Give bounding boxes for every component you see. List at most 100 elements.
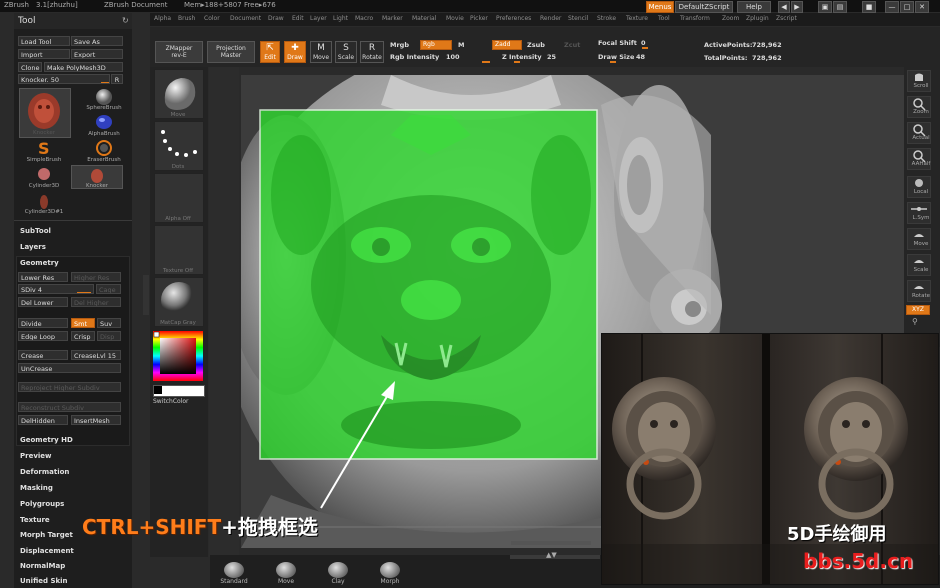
divide-button[interactable]: Divide (18, 318, 68, 328)
move-view-icon[interactable]: Move (907, 228, 931, 250)
actual-icon[interactable]: Actual (907, 122, 931, 144)
polygroups-section[interactable]: Polygroups (20, 500, 64, 508)
unified-skin-section[interactable]: Unified Skin (20, 577, 68, 585)
geometry-section[interactable]: Geometry (20, 259, 59, 267)
rotate-button[interactable]: R Rotate (360, 41, 384, 63)
rgb-toggle[interactable]: Rgb (420, 40, 452, 50)
make-polymesh-button[interactable]: Make PolyMesh3D (44, 62, 123, 72)
zsub-toggle[interactable]: Zsub (527, 41, 545, 49)
reproject-higher-subdiv-button[interactable]: Reproject Higher Subdiv (18, 382, 121, 392)
menu-item-stroke[interactable]: Stroke (597, 15, 616, 22)
menu-item-macro[interactable]: Macro (355, 15, 373, 22)
menu-item-transform[interactable]: Transform (680, 15, 710, 22)
standard-brush-icon[interactable] (224, 562, 244, 578)
z-intensity-slider[interactable]: Z Intensity 25 (502, 53, 592, 63)
smt-toggle[interactable]: Smt (71, 318, 95, 328)
menu-item-zplugin[interactable]: Zplugin (746, 15, 769, 22)
lock-icon[interactable]: ⚲ (912, 317, 918, 326)
load-tool-button[interactable]: Load Tool (18, 36, 70, 46)
minimize-icon[interactable]: — (885, 1, 899, 13)
local-icon[interactable]: Local (907, 176, 931, 198)
zmapper-button[interactable]: ZMapper rev-E (155, 41, 203, 63)
lower-res-button[interactable]: Lower Res (18, 272, 68, 282)
delhidden-button[interactable]: DelHidden (18, 415, 68, 425)
menu-item-document[interactable]: Document (230, 15, 261, 22)
move-button[interactable]: M Move (310, 41, 332, 63)
default-zscript-button[interactable]: DefaultZScript (675, 1, 733, 13)
left-tray-toggle[interactable] (143, 275, 149, 315)
reconstruct-subdiv-button[interactable]: Reconstruct Subdiv (18, 402, 121, 412)
xyz-toggle[interactable]: XYZ (906, 305, 930, 315)
menu-item-zscript[interactable]: Zscript (776, 15, 797, 22)
tool-thumb-simplebrush[interactable]: S (24, 139, 64, 159)
maximize-icon[interactable]: □ (900, 1, 914, 13)
draw-size-slider[interactable]: Draw Size 48 (598, 53, 688, 63)
rotate-view-icon[interactable]: Rotate (907, 280, 931, 302)
menu-item-alpha[interactable]: Alpha (154, 15, 171, 22)
texture-section[interactable]: Texture (20, 516, 50, 524)
tool-slider[interactable]: Knocker. 50 (18, 74, 110, 84)
masking-section[interactable]: Masking (20, 484, 53, 492)
r-button[interactable]: R (111, 74, 123, 84)
menu-item-preferences[interactable]: Preferences (496, 15, 531, 22)
sdiv-slider[interactable]: SDiv 4 (18, 284, 94, 294)
uncrease-button[interactable]: UnCrease (18, 363, 121, 373)
suv-toggle[interactable]: Suv (97, 318, 121, 328)
menu-item-draw[interactable]: Draw (268, 15, 284, 22)
cage-button[interactable]: Cage (96, 284, 121, 294)
zcut-toggle[interactable]: Zcut (564, 41, 580, 49)
switch-color-button[interactable]: SwitchColor (153, 398, 189, 405)
scroll-icon[interactable]: Scroll (907, 70, 931, 92)
menu-item-tool[interactable]: Tool (658, 15, 670, 22)
del-lower-button[interactable]: Del Lower (18, 297, 68, 307)
color-picker[interactable] (153, 331, 203, 381)
menu-item-color[interactable]: Color (204, 15, 220, 22)
menu-item-light[interactable]: Light (333, 15, 348, 22)
arrow-left-icon[interactable]: ◀ (778, 1, 790, 13)
menu-item-movie[interactable]: Movie (446, 15, 464, 22)
lsym-icon[interactable]: L.Sym (907, 202, 931, 224)
arrow-right-icon[interactable]: ▶ (791, 1, 803, 13)
layers-section[interactable]: Layers (20, 243, 46, 251)
menu-item-texture[interactable]: Texture (626, 15, 648, 22)
move-brush-icon[interactable] (276, 562, 296, 578)
tool-thumb-eraserbrush[interactable] (84, 139, 124, 159)
menu-item-layer[interactable]: Layer (310, 15, 327, 22)
aahalf-icon[interactable]: AAHalf (907, 148, 931, 170)
zadd-toggle[interactable]: Zadd (492, 40, 522, 50)
export-button[interactable]: Export (71, 49, 123, 59)
window-size-icon[interactable]: ▣ (818, 1, 832, 13)
morph-brush-icon[interactable] (380, 562, 400, 578)
clay-brush-icon[interactable] (328, 562, 348, 578)
higher-res-button[interactable]: Higher Res (71, 272, 121, 282)
subtool-section[interactable]: SubTool (20, 227, 51, 235)
scale-button[interactable]: S Scale (335, 41, 357, 63)
chevron-icon[interactable]: ▲▼ (546, 551, 557, 559)
refresh-icon[interactable]: ↻ (122, 16, 129, 25)
clone-button[interactable]: Clone (18, 62, 42, 72)
del-higher-button[interactable]: Del Higher (71, 297, 121, 307)
menu-item-stencil[interactable]: Stencil (568, 15, 588, 22)
save-as-button[interactable]: Save As (71, 36, 123, 46)
m-toggle[interactable]: M (458, 41, 464, 49)
normalmap-section[interactable]: NormalMap (20, 562, 65, 570)
menu-item-zoom[interactable]: Zoom (722, 15, 739, 22)
menu-item-brush[interactable]: Brush (178, 15, 195, 22)
menus-button[interactable]: Menus (646, 1, 674, 13)
close-icon[interactable]: ✕ (915, 1, 929, 13)
displacement-section[interactable]: Displacement (20, 547, 74, 555)
menu-item-material[interactable]: Material (412, 15, 436, 22)
focal-shift-slider[interactable]: Focal Shift 0 (598, 39, 688, 49)
edit-button[interactable]: ⇱ Edit (260, 41, 280, 63)
crease-button[interactable]: Crease (18, 350, 68, 360)
tool-thumb-cylinder3d[interactable] (24, 166, 64, 184)
insertmesh-button[interactable]: InsertMesh (71, 415, 121, 425)
save-icon[interactable]: ■ (862, 1, 876, 13)
menu-item-picker[interactable]: Picker (470, 15, 488, 22)
tool-thumb-alphabrush[interactable] (84, 113, 124, 133)
edge-loop-button[interactable]: Edge Loop (18, 331, 68, 341)
help-button[interactable]: Help (737, 1, 771, 13)
draw-button[interactable]: ✚ Draw (284, 41, 306, 63)
crisp-toggle[interactable]: Crisp (71, 331, 95, 341)
zoom-icon[interactable]: Zoom (907, 96, 931, 118)
